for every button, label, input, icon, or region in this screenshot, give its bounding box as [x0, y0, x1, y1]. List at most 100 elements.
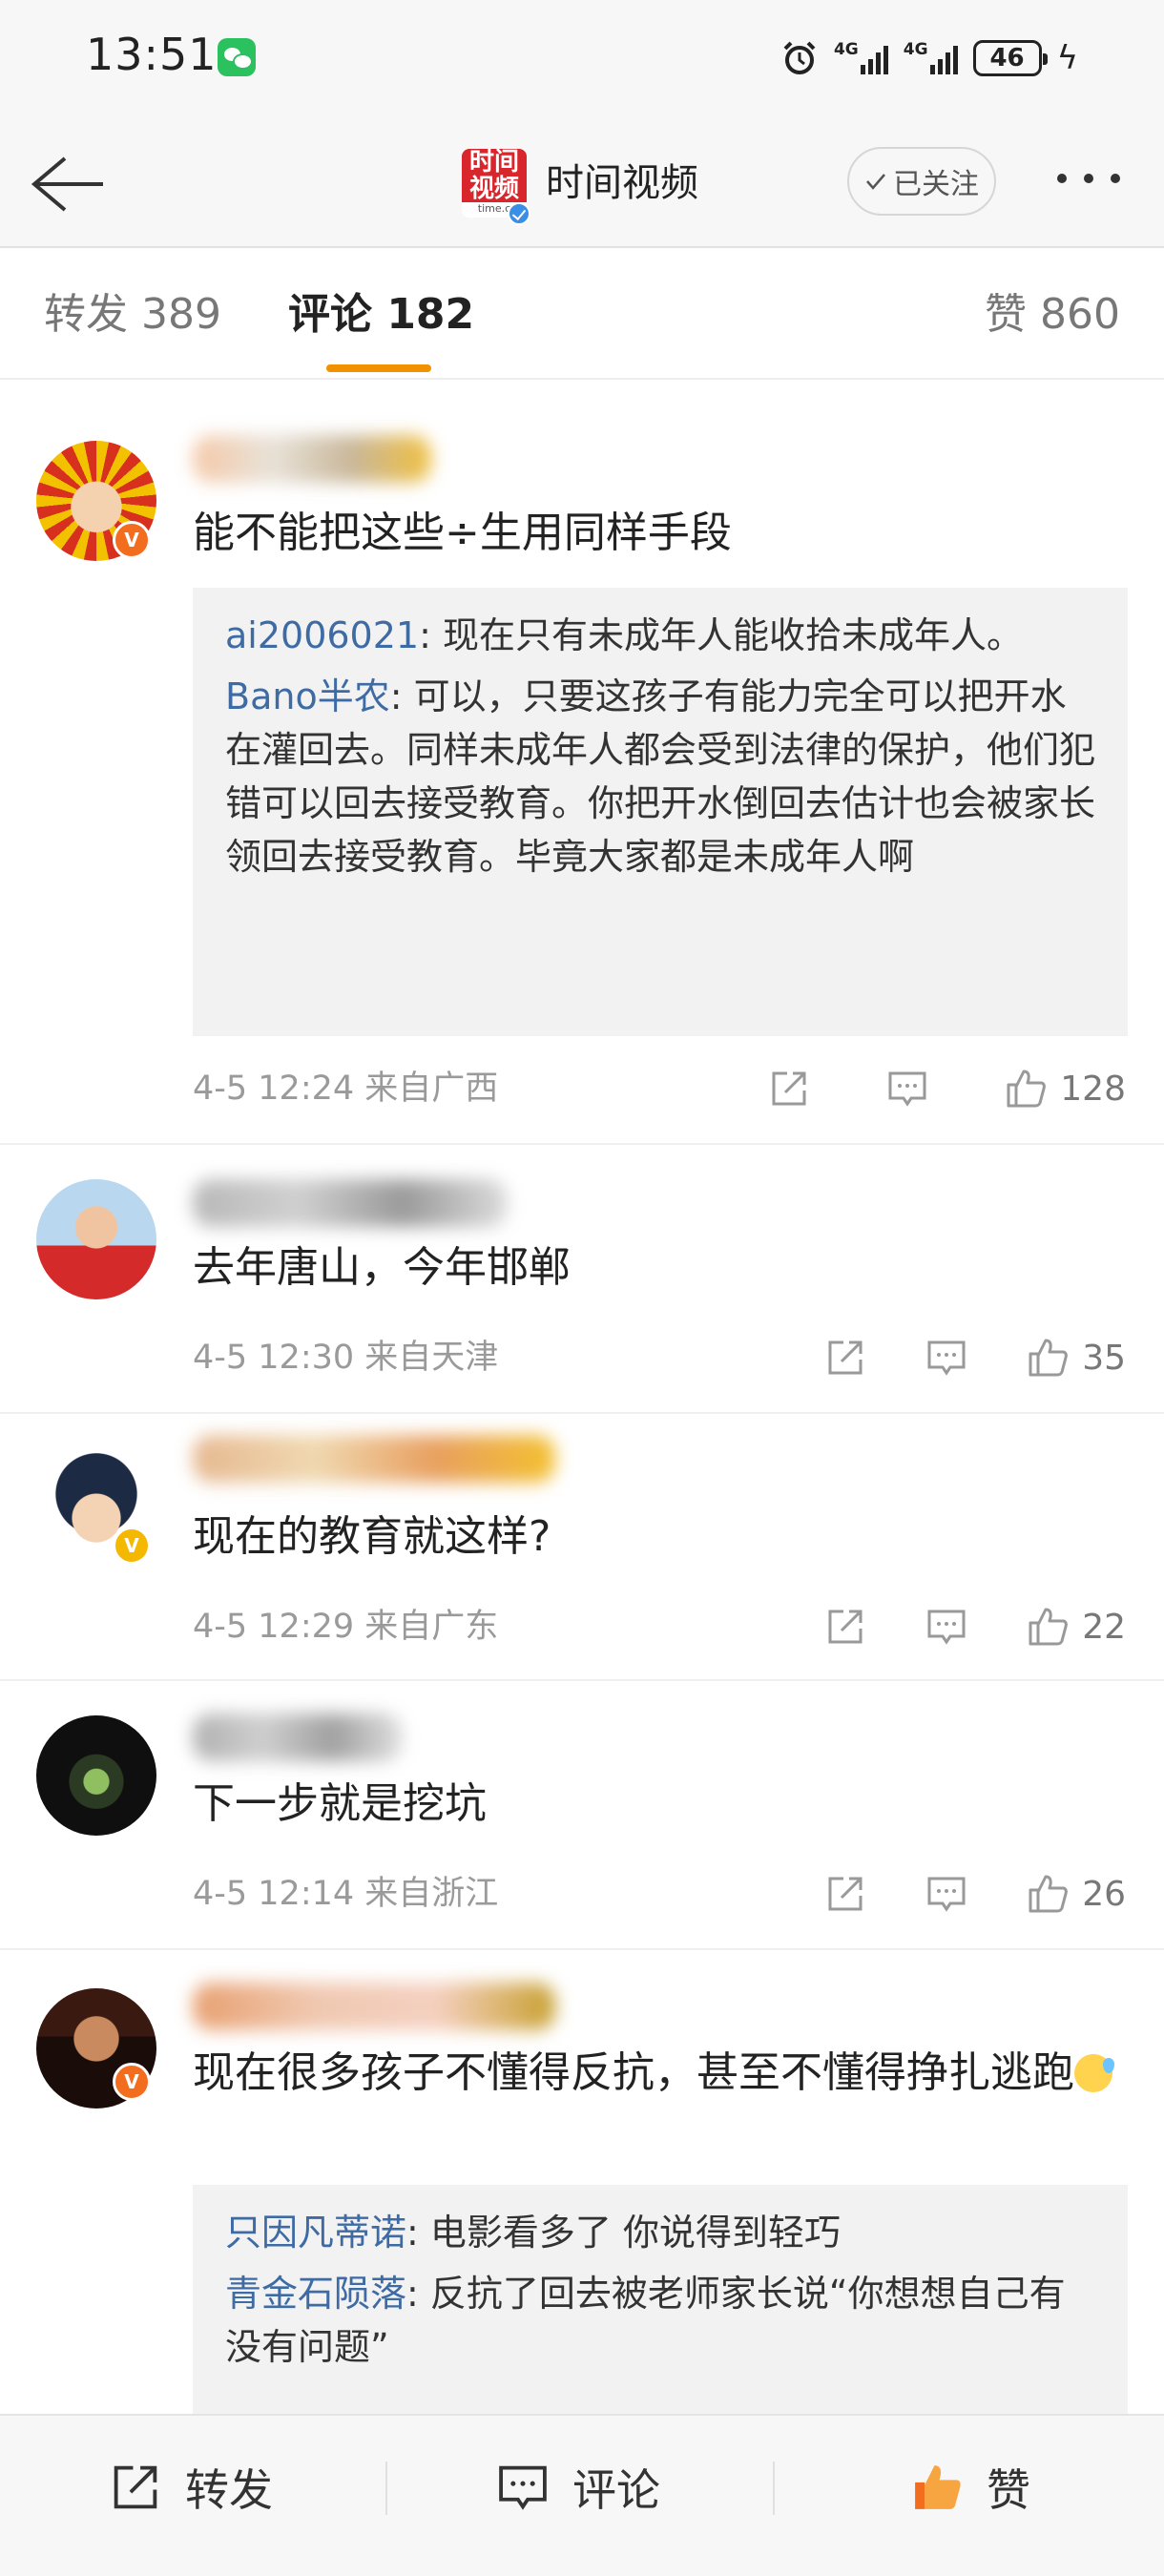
comment-time: 4-5 12:30 [193, 1339, 355, 1377]
reply-icon[interactable] [886, 1068, 928, 1110]
network-type-2: 4G [903, 40, 928, 59]
comment-label: 评论 [572, 2464, 660, 2516]
reply-item: ai2006021: 现在只有未成年人能收拾未成年人。 [225, 609, 1095, 662]
comment-icon [499, 2465, 547, 2510]
status-time: 13:51 [86, 29, 218, 80]
reply-preview[interactable]: ai2006021: 现在只有未成年人能收拾未成年人。 Bano半农: 可以，只… [193, 588, 1128, 1036]
share-icon [114, 2465, 157, 2509]
comment-text: 能不能把这些÷生用同样手段 [193, 509, 732, 557]
like-icon[interactable] [1005, 1068, 1047, 1110]
comment-text-content: 现在很多孩子不懂得反抗，甚至不懂得挣扎逃跑 [193, 2048, 1074, 2097]
reply-icon[interactable] [925, 1337, 967, 1379]
comment-time: 4-5 12:29 [193, 1608, 355, 1646]
tab-like[interactable]: 赞 860 [985, 286, 1120, 343]
wechat-notification-icon [218, 38, 256, 76]
username-blurred[interactable] [193, 435, 431, 483]
signal-2: 4G [904, 42, 958, 74]
comment-time: 4-5 12:14 [193, 1875, 355, 1913]
divider [385, 2462, 387, 2515]
comment-text: 下一步就是挖坑 [193, 1779, 487, 1828]
comment-meta: 4-5 12:24 来自广西 [193, 1065, 498, 1112]
follow-button[interactable]: 已关注 [847, 147, 996, 216]
username-blurred[interactable] [193, 1435, 555, 1483]
like-icon[interactable] [1027, 1606, 1069, 1648]
comment-location: 来自广东 [364, 1608, 499, 1646]
reply-icon[interactable] [925, 1873, 967, 1915]
comment-item: V 现在很多孩子不懂得反抗，甚至不懂得挣扎逃跑 只因凡蒂诺: 电影看多了 你说得… [0, 1950, 1164, 2414]
reply-item: 青金石陨落: 反抗了回去被老师家长说“你想想自己有没有问题” [225, 2267, 1095, 2374]
back-arrow-icon[interactable] [27, 151, 107, 218]
sweat-emoji-icon [1074, 2054, 1114, 2092]
reply-icon[interactable] [925, 1606, 967, 1648]
comment-actions: 35 [824, 1334, 1126, 1381]
username-blurred[interactable] [193, 1983, 555, 2030]
comment-item: V 现在的教育就这样? 4-5 12:29 来自广东 22 [0, 1414, 1164, 1681]
status-indicators: 4G 4G 46 ϟ [780, 34, 1078, 82]
tab-comment[interactable]: 评论 182 [288, 286, 474, 343]
header-bar: 时间视频 time.c 时间视频 已关注 [0, 114, 1164, 248]
reply-text: : 现在只有未成年人能收拾未成年人。 [419, 614, 1023, 656]
share-icon[interactable] [824, 1606, 866, 1648]
comment-actions: 128 [768, 1065, 1126, 1112]
comment-location: 来自浙江 [364, 1875, 499, 1913]
comment-item: 下一步就是挖坑 4-5 12:14 来自浙江 26 [0, 1681, 1164, 1950]
share-icon[interactable] [824, 1337, 866, 1379]
tab-repost[interactable]: 转发 389 [44, 286, 221, 343]
comment-actions: 22 [824, 1603, 1126, 1651]
alarm-icon [783, 41, 816, 74]
verified-badge-icon: V [113, 2063, 151, 2101]
comment-text: 去年唐山，今年邯郸 [193, 1243, 571, 1292]
username-blurred[interactable] [193, 1179, 508, 1227]
reply-user[interactable]: Bano半农 [225, 675, 390, 717]
verified-badge-icon [508, 202, 530, 225]
status-bar: 13:51 4G 4G 46 ϟ [0, 0, 1164, 114]
signal-bars-icon [860, 42, 888, 74]
comment-button[interactable]: 评论 [496, 2454, 660, 2521]
comment-meta: 4-5 12:30 来自天津 [193, 1334, 498, 1381]
like-icon[interactable] [1027, 1337, 1069, 1379]
comment-location: 来自广西 [364, 1070, 499, 1108]
username-blurred[interactable] [193, 1714, 403, 1761]
comment-meta: 4-5 12:29 来自广东 [193, 1603, 498, 1651]
comment-item: V 能不能把这些÷生用同样手段 ai2006021: 现在只有未成年人能收拾未成… [0, 382, 1164, 1145]
like-button[interactable]: 赞 [910, 2454, 1030, 2521]
more-icon[interactable] [1057, 174, 1120, 183]
charging-icon: ϟ [1056, 39, 1078, 77]
signal-1: 4G [834, 42, 888, 74]
bottom-action-bar: 转发 评论 赞 [0, 2414, 1164, 2576]
battery-level: 46 [989, 44, 1025, 73]
check-icon [866, 174, 885, 190]
reply-item: 只因凡蒂诺: 电影看多了 你说得到轻巧 [225, 2206, 1095, 2259]
account-name[interactable]: 时间视频 [546, 156, 698, 210]
share-icon[interactable] [824, 1873, 866, 1915]
like-count: 26 [1082, 1874, 1126, 1914]
divider [773, 2462, 775, 2515]
verified-badge-icon: V [113, 521, 151, 559]
comment-text: 现在很多孩子不懂得反抗，甚至不懂得挣扎逃跑 [193, 2042, 1126, 2105]
share-icon[interactable] [768, 1068, 810, 1110]
reply-user[interactable]: 青金石陨落 [225, 2273, 406, 2315]
like-count: 35 [1082, 1338, 1126, 1378]
like-icon[interactable] [1027, 1873, 1069, 1915]
like-count: 128 [1060, 1069, 1126, 1109]
tab-bar: 转发 389 评论 182 赞 860 [0, 250, 1164, 380]
battery-icon: 46 [972, 40, 1048, 76]
avatar[interactable] [36, 1179, 156, 1299]
network-type-1: 4G [833, 40, 859, 59]
avatar[interactable] [36, 1715, 156, 1836]
like-count: 22 [1082, 1607, 1126, 1647]
comment-meta: 4-5 12:14 来自浙江 [193, 1870, 498, 1918]
comment-item: 去年唐山，今年邯郸 4-5 12:30 来自天津 35 [0, 1145, 1164, 1414]
comment-time: 4-5 12:24 [193, 1070, 355, 1108]
comment-location: 来自天津 [364, 1339, 499, 1377]
logo-text: 时间视频 [462, 149, 527, 202]
reply-user[interactable]: 只因凡蒂诺 [225, 2212, 406, 2254]
repost-button[interactable]: 转发 [109, 2454, 273, 2521]
reply-user[interactable]: ai2006021 [225, 614, 419, 656]
active-tab-indicator [326, 364, 431, 372]
like-label: 赞 [987, 2464, 1030, 2516]
signal-bars-icon [929, 42, 958, 74]
reply-text: : 电影看多了 你说得到轻巧 [406, 2212, 841, 2254]
reply-preview[interactable]: 只因凡蒂诺: 电影看多了 你说得到轻巧 青金石陨落: 反抗了回去被老师家长说“你… [193, 2185, 1128, 2414]
comment-text: 现在的教育就这样? [193, 1512, 551, 1561]
